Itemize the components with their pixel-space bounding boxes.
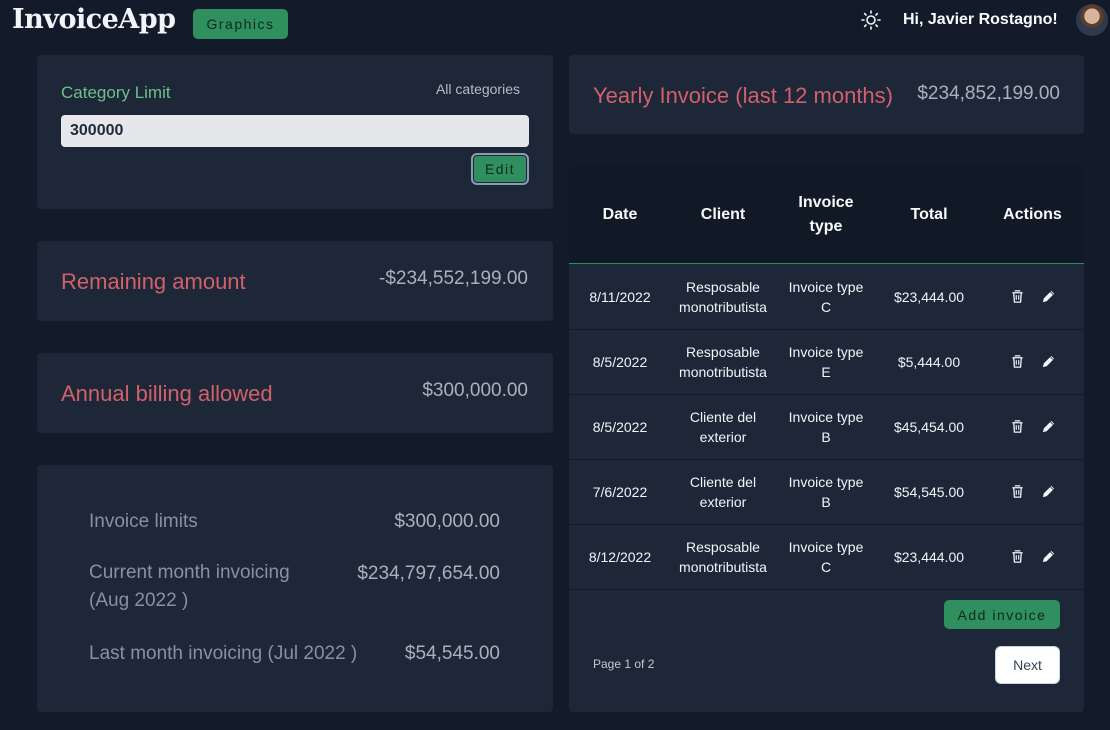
summary-row-invoice-limits: Invoice limits $300,000.00	[89, 511, 500, 533]
user-greeting: Hi, Javier Rostagno!	[903, 11, 1058, 28]
top-bar: InvoiceApp Graphics Hi, Javier Rostagno!	[0, 0, 1110, 44]
yearly-invoice-title: Yearly Invoice (last 12 months)	[593, 83, 893, 108]
trash-icon[interactable]	[1010, 354, 1025, 369]
trash-icon[interactable]	[1010, 419, 1025, 434]
cell-date: 8/5/2022	[592, 353, 648, 370]
column-header-client: Client	[700, 205, 746, 223]
summary-label: Current month invoicing (Aug 2022 )	[89, 562, 290, 611]
remaining-amount-value: -$234,552,199.00	[379, 268, 528, 289]
table-header: Date Client Invoice type Total Actions	[569, 166, 1084, 264]
remaining-amount-card: Remaining amount -$234,552,199.00	[37, 241, 553, 321]
remaining-amount-title: Remaining amount	[61, 269, 246, 294]
invoicing-summary-card: Invoice limits $300,000.00 Current month…	[37, 465, 553, 712]
pagination-info: Page 1 of 2	[593, 657, 655, 671]
table-row: 7/6/2022 Cliente del exterior Invoice ty…	[569, 459, 1084, 525]
cell-date: 8/5/2022	[592, 418, 648, 435]
category-limit-card: Category Limit All categories Edit	[37, 55, 553, 209]
cell-client: Cliente del exterior	[689, 473, 757, 510]
trash-icon[interactable]	[1010, 549, 1025, 564]
app-logo[interactable]: InvoiceApp	[12, 4, 176, 35]
cell-date: 8/12/2022	[588, 548, 652, 565]
column-header-total: Total	[910, 205, 948, 223]
cell-date: 7/6/2022	[592, 483, 648, 500]
cell-total: $23,444.00	[893, 548, 965, 565]
category-limit-title: Category Limit	[61, 83, 171, 102]
cell-invoice-type: Invoice type B	[788, 473, 864, 510]
cell-actions	[981, 459, 1084, 524]
cell-total: $45,454.00	[893, 418, 965, 435]
summary-row-last-month: Last month invoicing (Jul 2022 ) $54,545…	[89, 643, 500, 665]
summary-value: $54,545.00	[404, 643, 500, 664]
annual-billing-card: Annual billing allowed $300,000.00	[37, 353, 553, 433]
table-row: 8/5/2022 Cliente del exterior Invoice ty…	[569, 394, 1084, 460]
summary-value: $300,000.00	[394, 511, 500, 532]
cell-client: Resposable monotributista	[679, 278, 767, 315]
pencil-icon[interactable]	[1041, 484, 1056, 499]
next-page-button[interactable]: Next	[995, 646, 1060, 684]
graphics-button[interactable]: Graphics	[193, 9, 288, 39]
cell-client: Resposable monotributista	[679, 343, 767, 380]
column-header-actions: Actions	[1003, 205, 1062, 223]
table-row: 8/12/2022 Resposable monotributista Invo…	[569, 524, 1084, 590]
annual-billing-title: Annual billing allowed	[61, 381, 273, 406]
cell-client: Cliente del exterior	[689, 408, 757, 445]
add-invoice-button[interactable]: Add invoice	[944, 600, 1060, 629]
cell-client: Resposable monotributista	[679, 538, 767, 575]
yearly-invoice-value: $234,852,199.00	[917, 83, 1060, 104]
cell-invoice-type: Invoice type B	[788, 408, 864, 445]
pencil-icon[interactable]	[1041, 419, 1056, 434]
category-filter[interactable]: All categories	[436, 81, 520, 97]
trash-icon[interactable]	[1010, 484, 1025, 499]
cell-total: $23,444.00	[893, 288, 965, 305]
sun-icon[interactable]	[861, 10, 881, 30]
summary-label: Invoice limits	[89, 511, 198, 532]
column-header-date: Date	[602, 205, 638, 223]
edit-button[interactable]: Edit	[471, 153, 529, 185]
cell-invoice-type: Invoice type E	[788, 343, 864, 380]
yearly-invoice-card: Yearly Invoice (last 12 months) $234,852…	[569, 55, 1084, 134]
pencil-icon[interactable]	[1041, 289, 1056, 304]
cell-actions	[981, 394, 1084, 459]
invoices-table-card: Date Client Invoice type Total Actions 8…	[569, 166, 1084, 712]
trash-icon[interactable]	[1010, 289, 1025, 304]
cell-actions	[981, 524, 1084, 589]
table-row: 8/11/2022 Resposable monotributista Invo…	[569, 264, 1084, 330]
cell-actions	[981, 264, 1084, 329]
cell-total: $5,444.00	[897, 353, 961, 370]
pencil-icon[interactable]	[1041, 549, 1056, 564]
cell-date: 8/11/2022	[589, 288, 651, 305]
annual-billing-value: $300,000.00	[422, 380, 528, 401]
cell-invoice-type: Invoice type C	[788, 538, 864, 575]
summary-label: Last month invoicing (Jul 2022 )	[89, 643, 358, 664]
summary-value: $234,797,654.00	[357, 563, 500, 584]
cell-total: $54,545.00	[893, 483, 965, 500]
cell-invoice-type: Invoice type C	[788, 278, 864, 315]
column-header-invoice-type: Invoice type	[798, 193, 854, 235]
summary-row-current-month: Current month invoicing (Aug 2022 ) $234…	[89, 562, 500, 615]
table-row: 8/5/2022 Resposable monotributista Invoi…	[569, 329, 1084, 395]
pencil-icon[interactable]	[1041, 354, 1056, 369]
user-avatar[interactable]	[1076, 4, 1108, 36]
cell-actions	[981, 329, 1084, 394]
category-limit-input[interactable]	[61, 115, 529, 147]
